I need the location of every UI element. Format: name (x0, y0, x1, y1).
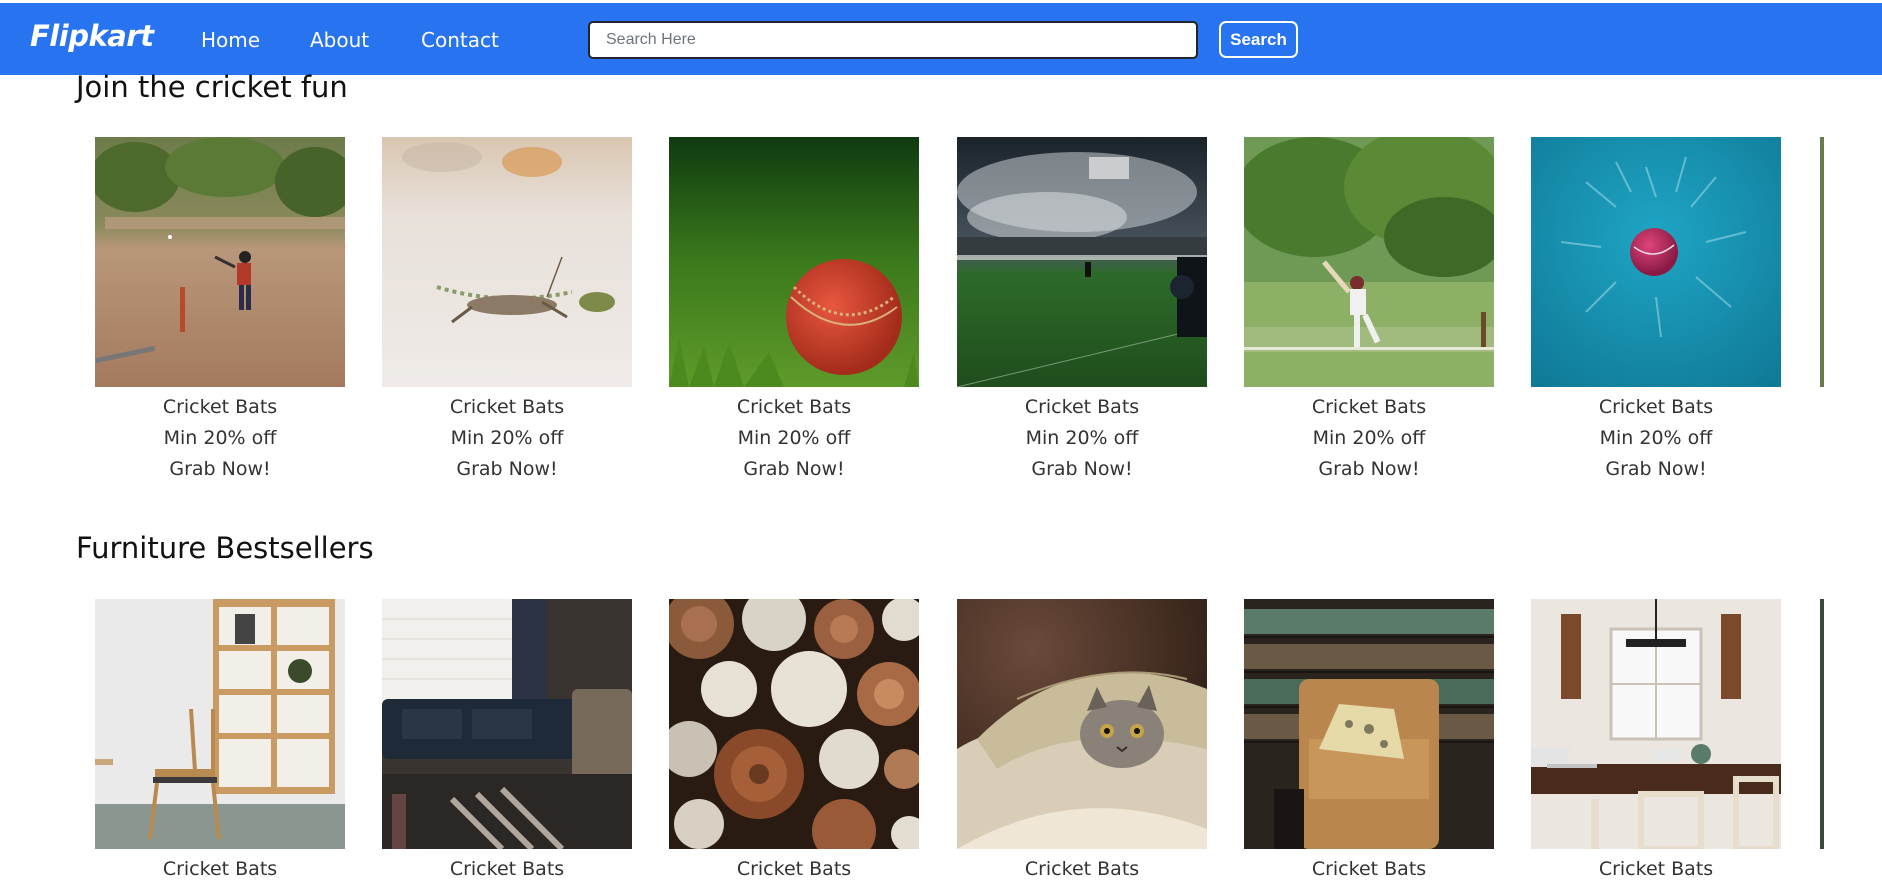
card-title: Cricket Bats (449, 858, 565, 880)
card-cta: Grab Now! (169, 458, 271, 480)
chair-shelf-image[interactable] (95, 599, 345, 849)
card-discount: Min 20% off (1312, 427, 1426, 449)
sofa-image[interactable] (382, 599, 632, 849)
card-title: Cricket Bats (1311, 396, 1427, 418)
card-cta: Grab Now! (456, 458, 558, 480)
grasshopper-image[interactable] (382, 137, 632, 387)
pink-ball-image[interactable] (1531, 137, 1781, 387)
product-card[interactable]: Cricket Bats Min 20% off Grab Now! (382, 137, 632, 485)
stadium-image[interactable] (957, 137, 1207, 387)
product-card[interactable]: Cricket Bats (1244, 599, 1494, 882)
card-title: Cricket Bats (449, 396, 565, 418)
card-title: Cricket Bats (162, 858, 278, 880)
card-cta: Grab Now! (1031, 458, 1133, 480)
card-discount: Min 20% off (1025, 427, 1139, 449)
logs-image[interactable] (669, 599, 919, 849)
dining-table-image[interactable] (1531, 599, 1781, 849)
product-card[interactable]: Cricket Bats (382, 599, 632, 882)
search-input[interactable] (588, 21, 1198, 59)
product-card[interactable]: Cricket Bats (669, 599, 919, 882)
product-card[interactable]: Cricket Bats (95, 599, 345, 882)
card-title: Cricket Bats (162, 396, 278, 418)
card-cta: Grab Now! (1605, 458, 1707, 480)
next-card-peek (1820, 137, 1824, 387)
card-title: Cricket Bats (736, 858, 852, 880)
armchair-image[interactable] (1244, 599, 1494, 849)
next-card-peek (1820, 599, 1824, 849)
street-cricket-image[interactable] (95, 137, 345, 387)
card-title: Cricket Bats (1598, 396, 1714, 418)
card-discount: Min 20% off (163, 427, 277, 449)
card-title: Cricket Bats (1598, 858, 1714, 880)
nav-link-home[interactable]: Home (201, 28, 260, 52)
cat-image[interactable] (957, 599, 1207, 849)
product-card[interactable]: Cricket Bats Min 20% off Grab Now! (95, 137, 345, 485)
cricket-ball-image[interactable] (669, 137, 919, 387)
navbar: Flipkart Home About Contact Search (0, 0, 1882, 75)
batsman-image[interactable] (1244, 137, 1494, 387)
product-card[interactable]: Cricket Bats Min 20% off Grab Now! (1531, 137, 1781, 485)
section-title-furniture: Furniture Bestsellers (76, 531, 374, 565)
card-title: Cricket Bats (1311, 858, 1427, 880)
card-discount: Min 20% off (1599, 427, 1713, 449)
card-cta: Grab Now! (743, 458, 845, 480)
product-card[interactable]: Cricket Bats Min 20% off Grab Now! (669, 137, 919, 485)
card-title: Cricket Bats (736, 396, 852, 418)
search-button[interactable]: Search (1219, 21, 1298, 58)
brand-logo[interactable]: Flipkart (30, 19, 154, 53)
product-card[interactable]: Cricket Bats (1531, 599, 1781, 882)
card-discount: Min 20% off (737, 427, 851, 449)
card-title: Cricket Bats (1024, 858, 1140, 880)
nav-link-contact[interactable]: Contact (421, 28, 499, 52)
card-cta: Grab Now! (1318, 458, 1420, 480)
card-discount: Min 20% off (450, 427, 564, 449)
product-card[interactable]: Cricket Bats Min 20% off Grab Now! (957, 137, 1207, 485)
section-title-cricket: Join the cricket fun (76, 70, 348, 104)
product-card[interactable]: Cricket Bats (957, 599, 1207, 882)
card-title: Cricket Bats (1024, 396, 1140, 418)
product-card[interactable]: Cricket Bats Min 20% off Grab Now! (1244, 137, 1494, 485)
nav-link-about[interactable]: About (310, 28, 369, 52)
